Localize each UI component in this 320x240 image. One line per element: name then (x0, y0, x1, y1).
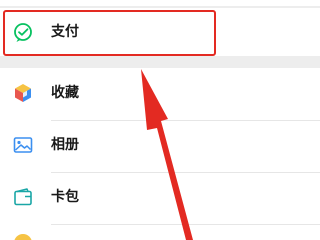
menu-item-favorites[interactable]: 收藏 (0, 68, 320, 120)
menu-item-card-wallet[interactable]: 卡包 (0, 172, 320, 224)
album-icon (12, 134, 34, 156)
menu-item-label: 支付 (51, 24, 79, 40)
menu-item-pay[interactable]: 支付 (0, 8, 320, 56)
top-card-edge (0, 0, 320, 6)
wechat-pay-icon (12, 21, 34, 43)
menu-divider (51, 224, 320, 225)
menu-item-album[interactable]: 相册 (0, 120, 320, 172)
menu-item-label: 相册 (51, 137, 79, 153)
menu-item-label: 收藏 (51, 85, 79, 101)
card-wallet-icon (12, 186, 34, 208)
menu-item-label: 卡包 (51, 189, 79, 205)
favorites-cube-icon (12, 82, 34, 104)
me-tab-screen: 支付 收藏 相册 卡包 (0, 0, 320, 240)
